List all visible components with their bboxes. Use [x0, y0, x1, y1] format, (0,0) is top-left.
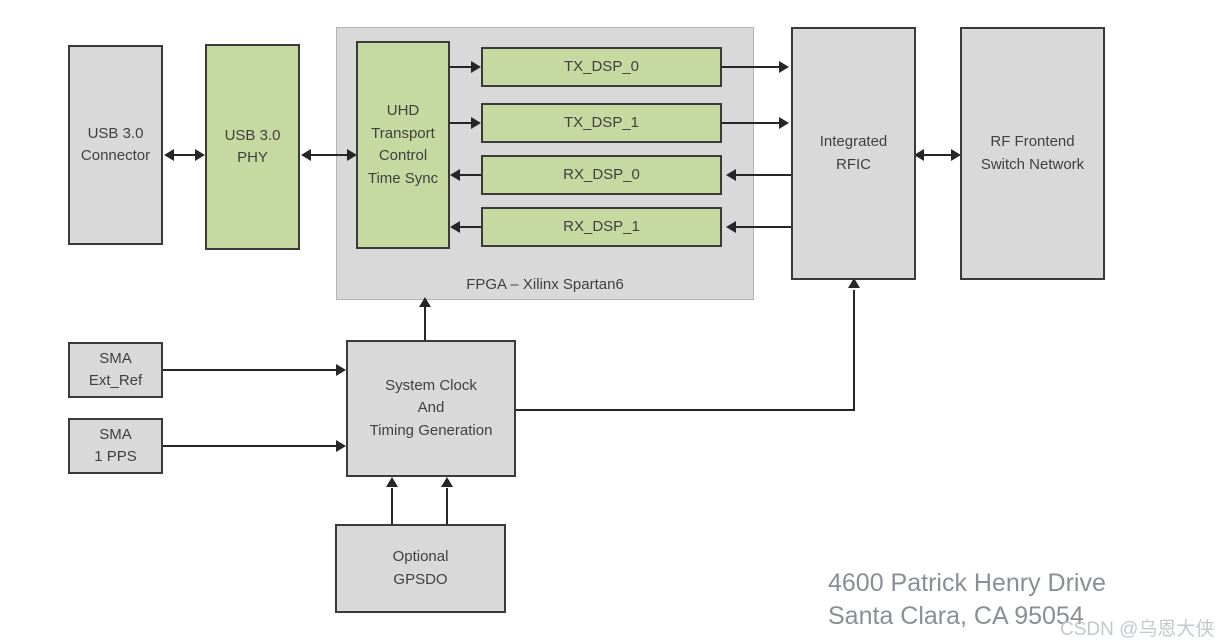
- arrow-right-tx-dsp-0: [471, 61, 481, 73]
- wire-gpsdo-to-system-clock-right: [446, 488, 448, 525]
- arrow-right-system-clock-ext-ref: [336, 364, 346, 376]
- block-sma-1pps[interactable]: SMA 1 PPS: [68, 418, 163, 474]
- arrow-right-rfic-tx0: [779, 61, 789, 73]
- arrow-up-fpga: [419, 297, 431, 307]
- arrow-left-rx-dsp-1: [450, 221, 460, 233]
- wire-system-clock-to-rfic-horizontal: [515, 409, 855, 411]
- arrow-right-system-clock-1pps: [336, 440, 346, 452]
- wire-rx-dsp-1-to-uhd: [460, 226, 482, 228]
- wire-gpsdo-to-system-clock-left: [391, 488, 393, 525]
- block-optional-gpsdo[interactable]: Optional GPSDO: [335, 524, 506, 613]
- block-tx-dsp-0[interactable]: TX_DSP_0: [481, 47, 722, 87]
- wire-sma-1pps-to-system-clock: [163, 445, 341, 447]
- block-integrated-rfic[interactable]: Integrated RFIC: [791, 27, 916, 280]
- fpga-container-label: FPGA – Xilinx Spartan6: [466, 276, 624, 293]
- block-sma-ext-ref[interactable]: SMA Ext_Ref: [68, 342, 163, 398]
- wire-rfic-to-rx-dsp-1: [735, 226, 791, 228]
- wire-usb-phy-to-uhd: [305, 154, 352, 156]
- wire-sma-ext-ref-to-system-clock: [163, 369, 341, 371]
- arrow-left-rx-dsp-0: [450, 169, 460, 181]
- watermark-csdn: CSDN @乌恩大侠: [1060, 619, 1215, 640]
- block-usb-connector[interactable]: USB 3.0 Connector: [68, 45, 163, 245]
- arrow-right-usb-phy: [195, 149, 205, 161]
- block-uhd-transport-control[interactable]: UHD Transport Control Time Sync: [356, 41, 450, 249]
- block-usb-phy[interactable]: USB 3.0 PHY: [205, 44, 300, 250]
- arrow-up-system-clock-gpsdo-left: [386, 477, 398, 487]
- block-rf-frontend-switch-network[interactable]: RF Frontend Switch Network: [960, 27, 1105, 280]
- arrow-up-system-clock-gpsdo-right: [441, 477, 453, 487]
- block-tx-dsp-1[interactable]: TX_DSP_1: [481, 103, 722, 143]
- arrow-left-rfic-rx1: [726, 221, 736, 233]
- wire-rfic-to-rx-dsp-0: [735, 174, 791, 176]
- block-system-clock-timing-generation[interactable]: System Clock And Timing Generation: [346, 340, 516, 477]
- arrow-left-usb-connector: [164, 149, 174, 161]
- arrow-right-tx-dsp-1: [471, 117, 481, 129]
- arrow-right-rfic-tx1: [779, 117, 789, 129]
- wire-system-clock-to-fpga: [424, 305, 426, 343]
- wire-tx-dsp-1-to-rfic: [722, 122, 782, 124]
- block-rx-dsp-0[interactable]: RX_DSP_0: [481, 155, 722, 195]
- wire-rx-dsp-0-to-uhd: [460, 174, 482, 176]
- arrow-left-rfic-rx0: [726, 169, 736, 181]
- wire-tx-dsp-0-to-rfic: [722, 66, 782, 68]
- block-diagram-canvas: FPGA – Xilinx Spartan6 USB 3.0 Connector…: [0, 0, 1219, 643]
- wire-system-clock-to-rfic-vertical: [853, 290, 855, 411]
- block-rx-dsp-1[interactable]: RX_DSP_1: [481, 207, 722, 247]
- arrow-left-usb-phy: [301, 149, 311, 161]
